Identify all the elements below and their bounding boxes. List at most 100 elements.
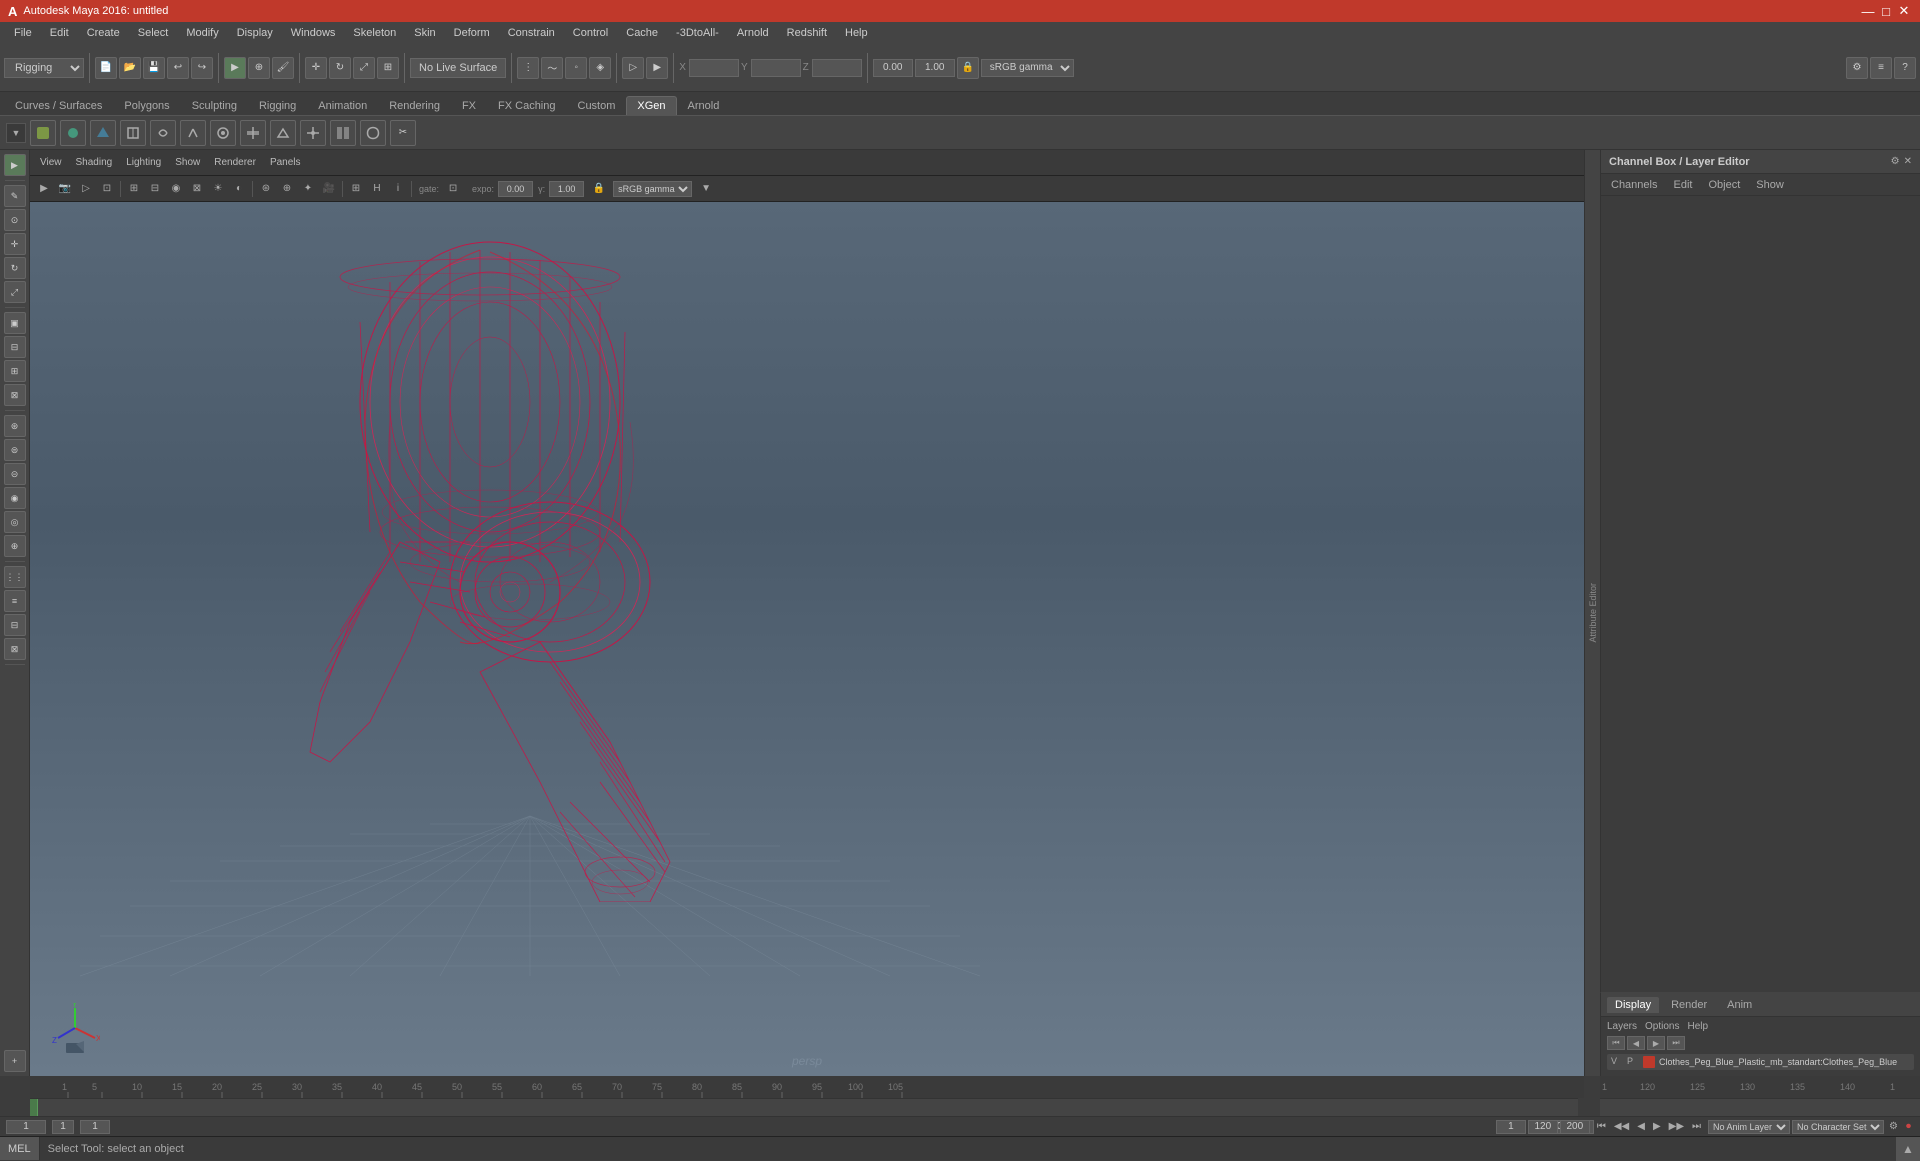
lasso-tool-btn[interactable]: ⊕	[248, 57, 270, 79]
vi-wire-icon[interactable]: ⊟	[145, 179, 165, 199]
cb-tab-edit[interactable]: Edit	[1669, 177, 1696, 193]
vp-menu-view[interactable]: View	[34, 156, 68, 169]
snap-curve-btn[interactable]: 〜	[541, 57, 563, 79]
new-scene-btn[interactable]: 📄	[95, 57, 117, 79]
bp-tab-render[interactable]: Render	[1663, 997, 1715, 1013]
anim-end-field[interactable]	[1528, 1120, 1558, 1134]
menu-windows[interactable]: Windows	[283, 25, 344, 41]
mel-expand-btn[interactable]: ▲	[1896, 1137, 1920, 1161]
vi-camera-icon[interactable]: 🎥	[319, 179, 339, 199]
vi-highlight-icon[interactable]: ✦	[298, 179, 318, 199]
scale-btn[interactable]: ⤢	[353, 57, 375, 79]
vi-xray-icon[interactable]: ⊛	[256, 179, 276, 199]
vi-shadow-icon[interactable]: ◐	[229, 179, 249, 199]
top-right-btn3[interactable]: ?	[1894, 57, 1916, 79]
y-field[interactable]	[751, 59, 801, 77]
sidebar-scale-btn[interactable]: ⤢	[4, 281, 26, 303]
close-button[interactable]: ✕	[1896, 3, 1912, 19]
paint-sel-btn[interactable]: 🖌	[272, 57, 294, 79]
viewport[interactable]: View Shading Lighting Show Renderer Pane…	[30, 150, 1584, 1076]
vp-menu-renderer[interactable]: Renderer	[208, 156, 262, 169]
vi-dropdown-icon[interactable]: ▼	[696, 179, 716, 199]
top-right-btn1[interactable]: ⚙	[1846, 57, 1868, 79]
sidebar-layout-btn2[interactable]: ⊟	[4, 336, 26, 358]
cb-tab-channels[interactable]: Channels	[1607, 177, 1661, 193]
rotate-btn[interactable]: ↻	[329, 57, 351, 79]
colorspace-select[interactable]: sRGB gamma	[981, 59, 1074, 77]
tab-custom[interactable]: Custom	[567, 96, 627, 115]
layer-next-btn[interactable]: ▶	[1647, 1036, 1665, 1050]
tab-arnold[interactable]: Arnold	[677, 96, 731, 115]
vi-lock-icon[interactable]: 🔒	[589, 179, 609, 199]
anim-play-btn[interactable]: ▶	[1650, 1120, 1664, 1133]
mode-selector[interactable]: Rigging	[4, 58, 84, 78]
sidebar-rotate-btn[interactable]: ↻	[4, 257, 26, 279]
tab-animation[interactable]: Animation	[307, 96, 378, 115]
menu-arnold[interactable]: Arnold	[729, 25, 777, 41]
menu-display[interactable]: Display	[229, 25, 281, 41]
anim-start-field[interactable]	[1496, 1120, 1526, 1134]
sidebar-misc-btn1[interactable]: ⊛	[4, 415, 26, 437]
xgen-btn7[interactable]	[210, 120, 236, 146]
xgen-btn10[interactable]	[300, 120, 326, 146]
sidebar-misc-btn4[interactable]: ◉	[4, 487, 26, 509]
tab-fx-caching[interactable]: FX Caching	[487, 96, 566, 115]
vp-menu-shading[interactable]: Shading	[70, 156, 119, 169]
anim-jump-start-btn[interactable]: ⏮	[1594, 1120, 1609, 1133]
vi-texture-icon[interactable]: ⊠	[187, 179, 207, 199]
snap-view-btn[interactable]: ◈	[589, 57, 611, 79]
anim-layer-dropdown[interactable]: No Anim Layer	[1708, 1120, 1790, 1134]
menu-3dtoall[interactable]: -3DtoAll-	[668, 25, 727, 41]
lock-btn[interactable]: 🔒	[957, 57, 979, 79]
anim-jump-end-btn[interactable]: ⏭	[1689, 1120, 1704, 1133]
xgen-btn9[interactable]	[270, 120, 296, 146]
redo-btn[interactable]: ↪	[191, 57, 213, 79]
vp-menu-lighting[interactable]: Lighting	[120, 156, 167, 169]
menu-skeleton[interactable]: Skeleton	[345, 25, 404, 41]
vi-render-icon[interactable]: ▷	[76, 179, 96, 199]
anim-prev-key-btn[interactable]: ◀◀	[1611, 1120, 1632, 1133]
sidebar-extra-btn1[interactable]: ⋮⋮	[4, 566, 26, 588]
menu-constrain[interactable]: Constrain	[500, 25, 563, 41]
bp-tab-anim[interactable]: Anim	[1719, 997, 1760, 1013]
vi-info-icon[interactable]: i	[388, 179, 408, 199]
universal-btn[interactable]: ⊞	[377, 57, 399, 79]
sidebar-extra-btn4[interactable]: ⊠	[4, 638, 26, 660]
xgen-btn11[interactable]	[330, 120, 356, 146]
tab-xgen[interactable]: XGen	[626, 96, 676, 115]
sidebar-layout-btn4[interactable]: ⊠	[4, 384, 26, 406]
vi-gate-btn[interactable]: ⊡	[443, 179, 463, 199]
ipr-btn[interactable]: ▶	[646, 57, 668, 79]
timeline-scrubber[interactable]	[30, 1098, 1578, 1116]
xgen-btn5[interactable]	[150, 120, 176, 146]
vi-light-icon[interactable]: ☀	[208, 179, 228, 199]
channel-box-settings-icon[interactable]: ⚙	[1891, 156, 1900, 167]
vi-isolate-icon[interactable]: ⊕	[277, 179, 297, 199]
tab-sculpting[interactable]: Sculpting	[181, 96, 248, 115]
menu-file[interactable]: File	[6, 25, 40, 41]
xgen-btn3[interactable]	[90, 120, 116, 146]
minimize-button[interactable]: —	[1860, 3, 1876, 19]
snap-point-btn[interactable]: ◦	[565, 57, 587, 79]
select-tool-btn[interactable]: ▶	[224, 57, 246, 79]
xgen-btn13[interactable]: ✂	[390, 120, 416, 146]
attribute-editor-tab[interactable]: Attribute Editor	[1584, 150, 1600, 1076]
sidebar-select-tool[interactable]: ▶	[4, 154, 26, 176]
menu-skin[interactable]: Skin	[406, 25, 443, 41]
maximize-button[interactable]: □	[1878, 3, 1894, 19]
tab-fx[interactable]: FX	[451, 96, 487, 115]
xgen-btn2[interactable]	[60, 120, 86, 146]
anim-next-frame-btn[interactable]: ▶▶	[1666, 1120, 1687, 1133]
layer-next2-btn[interactable]: ⏭	[1667, 1036, 1685, 1050]
colorspace-dropdown[interactable]: sRGB gamma	[613, 181, 692, 197]
x-field[interactable]	[689, 59, 739, 77]
tab-rigging[interactable]: Rigging	[248, 96, 307, 115]
gamma-field[interactable]	[549, 181, 584, 197]
vi-grid-icon[interactable]: ⊞	[124, 179, 144, 199]
menu-cache[interactable]: Cache	[618, 25, 666, 41]
range-end-field[interactable]	[52, 1120, 74, 1134]
render-btn[interactable]: ▷	[622, 57, 644, 79]
xgen-btn4[interactable]	[120, 120, 146, 146]
xgen-btn1[interactable]	[30, 120, 56, 146]
snap-grid-btn[interactable]: ⋮	[517, 57, 539, 79]
